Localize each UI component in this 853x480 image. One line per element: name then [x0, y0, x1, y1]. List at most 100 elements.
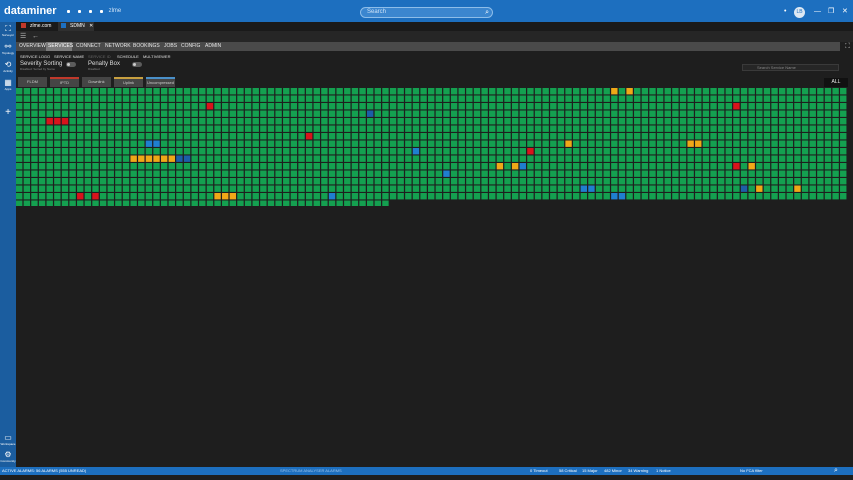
service-tile[interactable] [679, 178, 687, 185]
service-tile[interactable] [733, 88, 740, 95]
service-tile[interactable] [542, 163, 549, 170]
service-tile[interactable] [405, 185, 412, 192]
statusbar-search-icon[interactable]: ⌕ [834, 467, 838, 475]
service-tile[interactable] [405, 170, 412, 177]
service-tile[interactable] [740, 125, 748, 132]
service-tile[interactable] [99, 133, 107, 140]
service-tile[interactable] [832, 88, 839, 95]
service-tile[interactable] [122, 170, 130, 177]
service-tile[interactable] [92, 118, 99, 125]
service-tile[interactable] [656, 170, 664, 177]
service-tile[interactable] [779, 118, 786, 125]
service-tile[interactable] [542, 185, 549, 192]
service-tile[interactable] [717, 178, 725, 185]
service-tile[interactable] [450, 95, 458, 102]
service-tile[interactable] [656, 185, 664, 192]
service-tile[interactable] [603, 178, 610, 185]
service-tile[interactable] [740, 155, 748, 162]
service-tile[interactable] [428, 133, 435, 140]
service-tile[interactable] [618, 193, 626, 200]
service-tile[interactable] [634, 178, 641, 185]
service-tile[interactable] [397, 155, 404, 162]
service-tile[interactable] [176, 125, 183, 132]
service-tile[interactable] [748, 185, 755, 192]
service-tile[interactable] [481, 155, 488, 162]
service-tile[interactable] [313, 103, 320, 110]
service-tile[interactable] [77, 148, 84, 155]
menu-item-network[interactable]: NETWORK [105, 42, 131, 51]
service-tile[interactable] [176, 133, 183, 140]
service-tile[interactable] [69, 163, 76, 170]
service-tile[interactable] [153, 170, 160, 177]
service-tile[interactable] [130, 148, 137, 155]
service-tile[interactable] [145, 88, 153, 95]
service-tile[interactable] [695, 163, 702, 170]
service-tile[interactable] [710, 103, 717, 110]
close-card-icon[interactable]: ✕ [89, 23, 93, 29]
service-tile[interactable] [542, 170, 549, 177]
service-tile[interactable] [374, 125, 382, 132]
service-tile[interactable] [359, 118, 366, 125]
service-tile[interactable] [443, 178, 450, 185]
service-tile[interactable] [275, 110, 282, 117]
service-tile[interactable] [31, 95, 38, 102]
service-tile[interactable] [237, 193, 244, 200]
service-tile[interactable] [511, 148, 519, 155]
service-tile[interactable] [374, 185, 382, 192]
service-tile[interactable] [183, 193, 191, 200]
service-tile[interactable] [92, 200, 99, 207]
service-tile[interactable] [359, 103, 366, 110]
service-tile[interactable] [504, 110, 511, 117]
service-tile[interactable] [740, 140, 748, 147]
service-tile[interactable] [382, 88, 389, 95]
service-tile[interactable] [748, 103, 755, 110]
service-tile[interactable] [351, 170, 359, 177]
service-tile[interactable] [366, 133, 374, 140]
service-tile[interactable] [244, 133, 252, 140]
service-tile[interactable] [77, 200, 84, 207]
service-tile[interactable] [305, 155, 313, 162]
service-tile[interactable] [450, 178, 458, 185]
service-tile[interactable] [679, 110, 687, 117]
service-tile[interactable] [183, 125, 191, 132]
service-tile[interactable] [794, 140, 801, 147]
service-tile[interactable] [328, 193, 336, 200]
service-tile[interactable] [359, 185, 366, 192]
service-tile[interactable] [359, 193, 366, 200]
service-tile[interactable] [366, 170, 374, 177]
service-tile[interactable] [115, 133, 122, 140]
service-tile[interactable] [351, 163, 359, 170]
service-tile[interactable] [412, 148, 420, 155]
service-tile[interactable] [344, 193, 351, 200]
service-tile[interactable] [786, 178, 794, 185]
service-tile[interactable] [145, 148, 153, 155]
service-tile[interactable] [466, 178, 473, 185]
service-tile[interactable] [481, 140, 488, 147]
service-tile[interactable] [504, 170, 511, 177]
service-tile[interactable] [92, 170, 99, 177]
service-tile[interactable] [504, 185, 511, 192]
service-tile[interactable] [443, 125, 450, 132]
service-tile[interactable] [77, 118, 84, 125]
service-tile[interactable] [649, 193, 656, 200]
service-tile[interactable] [519, 140, 526, 147]
service-tile[interactable] [305, 200, 313, 207]
service-tile[interactable] [321, 103, 328, 110]
service-tile[interactable] [527, 170, 534, 177]
service-tile[interactable] [84, 163, 92, 170]
service-tile[interactable] [115, 88, 122, 95]
service-tile[interactable] [664, 95, 671, 102]
service-tile[interactable] [565, 178, 572, 185]
service-tile[interactable] [817, 118, 824, 125]
service-tile[interactable] [557, 125, 565, 132]
service-tile[interactable] [420, 148, 427, 155]
service-tile[interactable] [54, 133, 61, 140]
service-tile[interactable] [275, 163, 282, 170]
service-tile[interactable] [214, 88, 221, 95]
sub-item-schedule[interactable]: SCHEDULE [117, 54, 139, 59]
service-tile[interactable] [374, 148, 382, 155]
service-tile[interactable] [168, 148, 175, 155]
service-tile[interactable] [511, 170, 519, 177]
service-tile[interactable] [740, 185, 748, 192]
service-tile[interactable] [283, 140, 290, 147]
